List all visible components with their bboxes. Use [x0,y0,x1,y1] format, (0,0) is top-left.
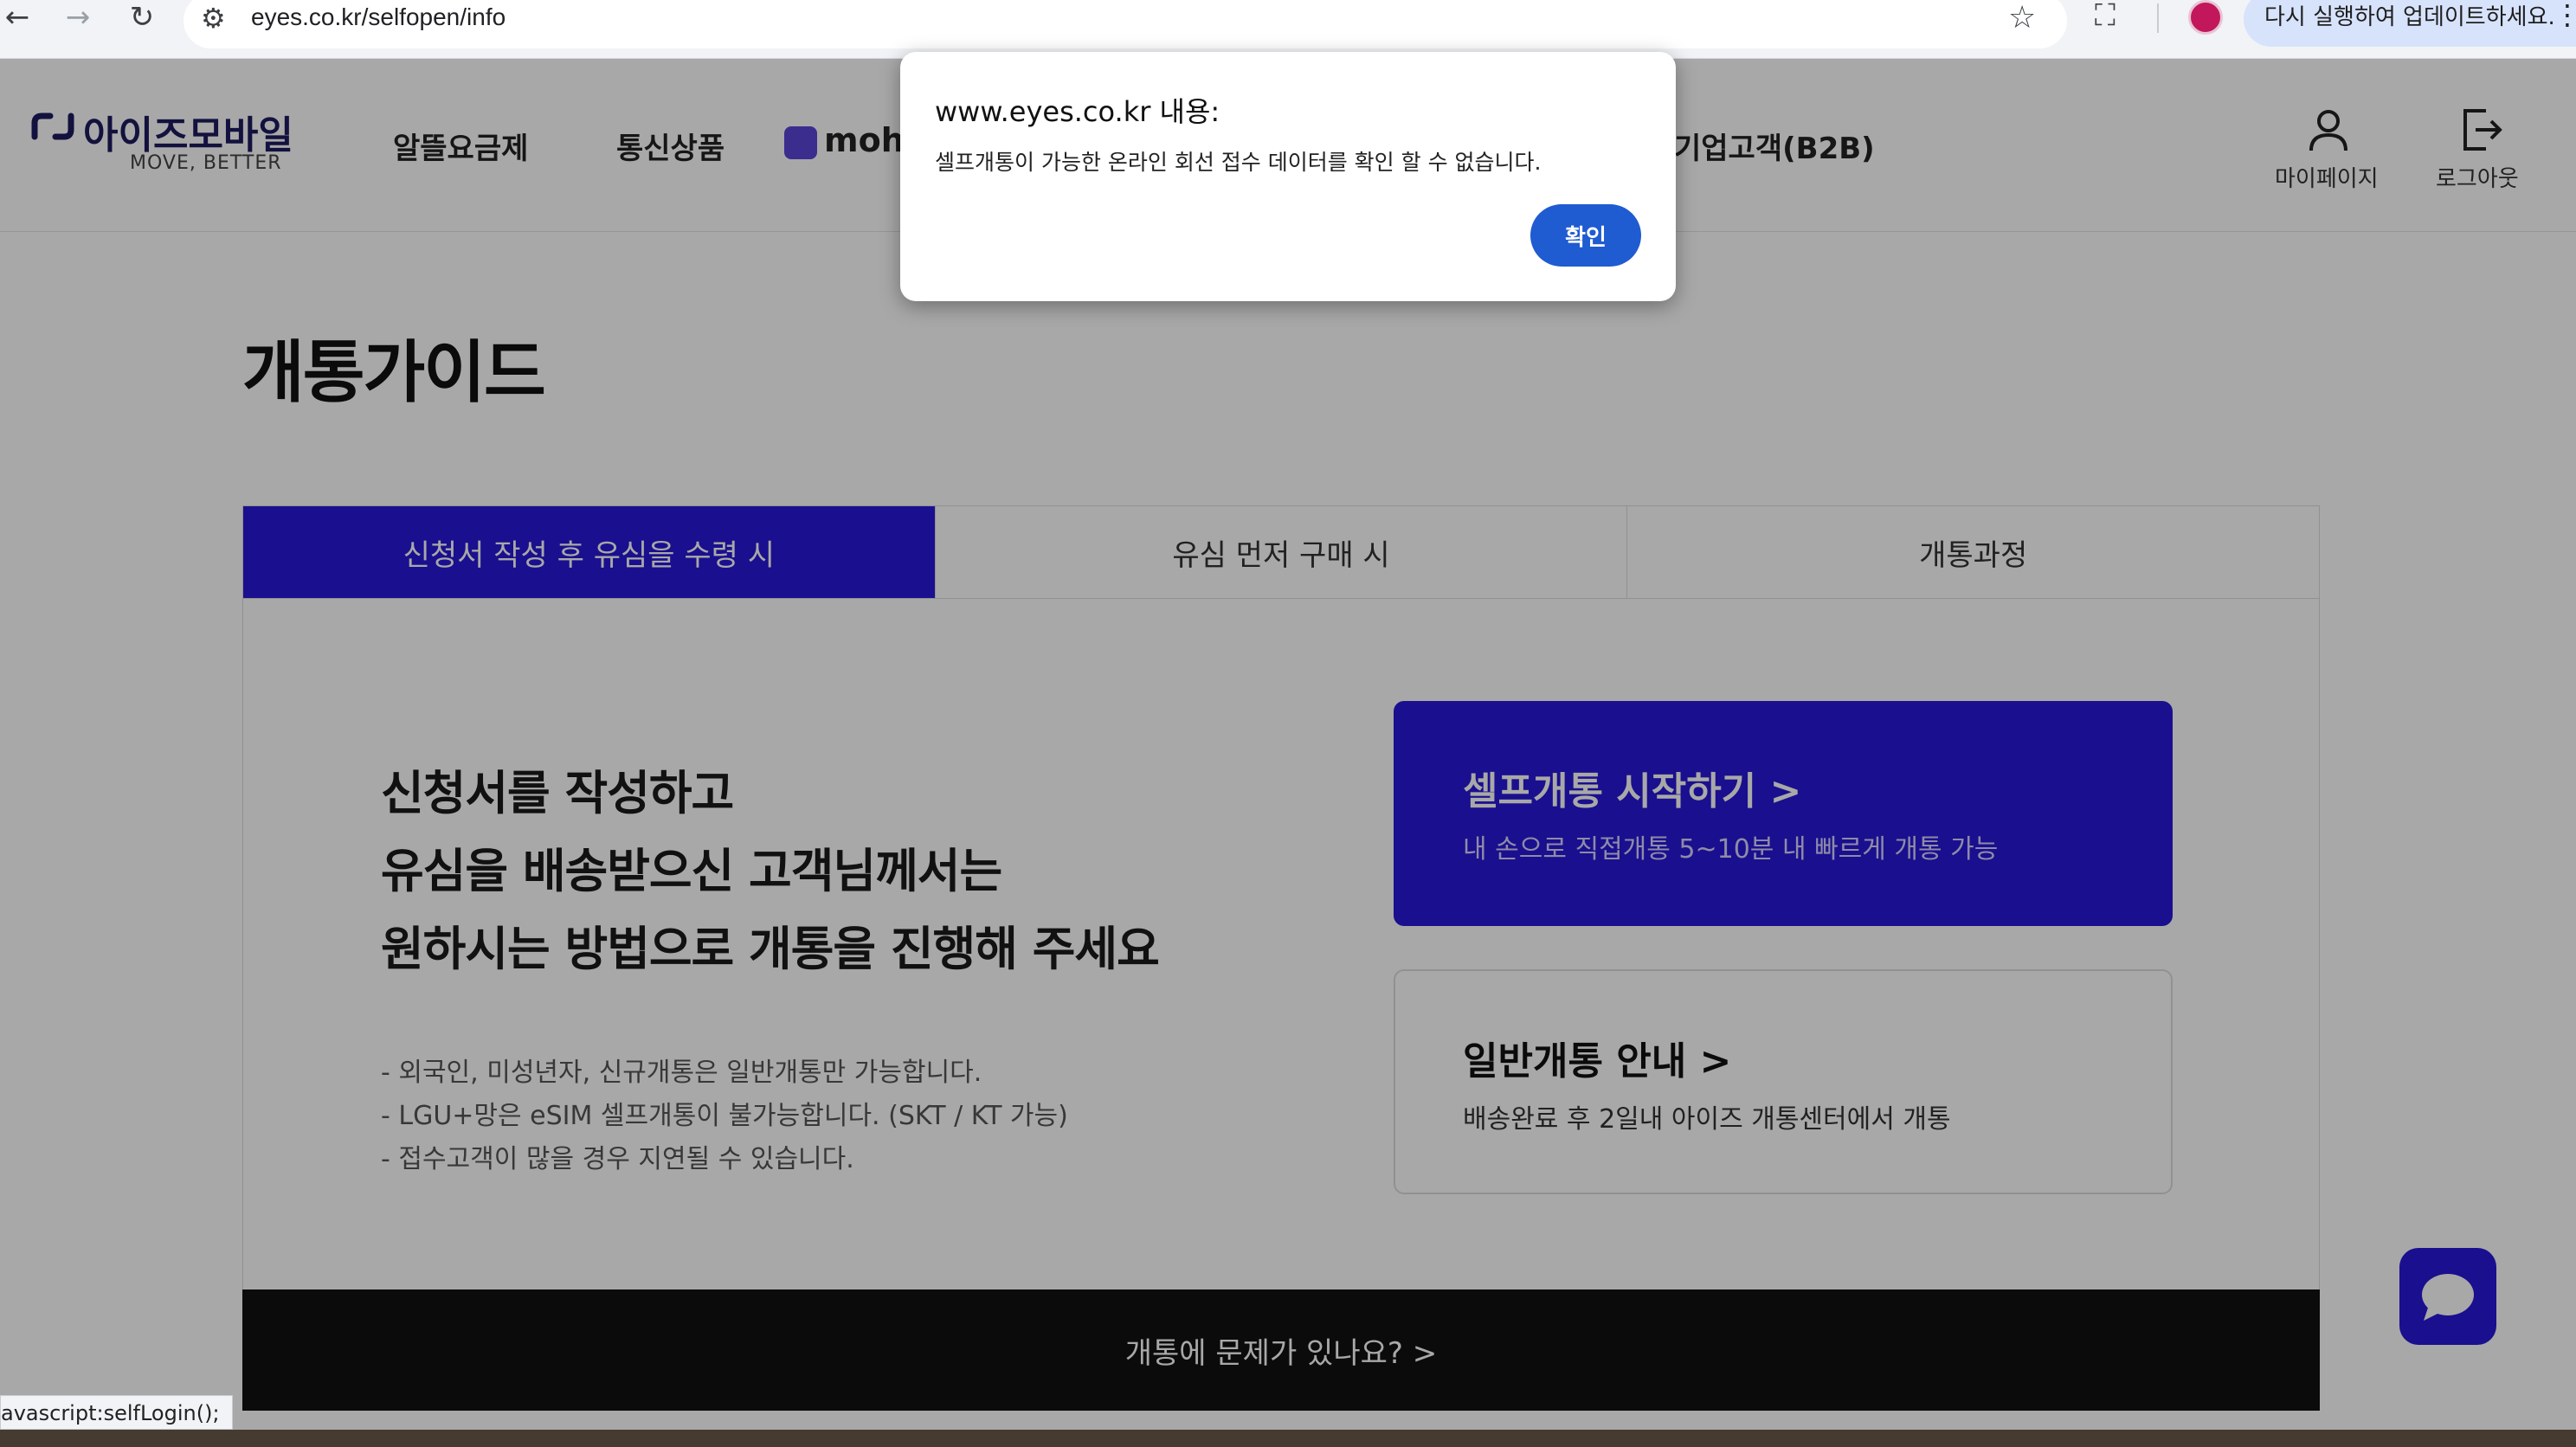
url-text[interactable]: eyes.co.kr/selfopen/info [251,0,506,35]
back-icon[interactable]: ← [0,0,43,35]
extension-icon[interactable]: ⛶ [2095,0,2116,33]
kebab-icon[interactable]: ⋮ [2553,0,2576,31]
toolbar-divider [2157,3,2159,33]
alert-dialog: www.eyes.co.kr 내용: 셀프개통이 가능한 온라인 회선 접수 데… [900,52,1676,301]
forward-icon[interactable]: → [52,0,104,35]
update-label: 다시 실행하여 업데이트하세요. [2264,4,2555,30]
dialog-title: www.eyes.co.kr 내용: [935,95,1220,128]
dialog-ok-button[interactable]: 확인 [1530,204,1641,267]
dialog-message: 셀프개통이 가능한 온라인 회선 접수 데이터를 확인 할 수 없습니다. [935,150,1542,175]
reload-icon[interactable]: ↻ [116,0,168,35]
link-status-text: avascript:selfLogin(); [0,1395,233,1430]
site-settings-icon[interactable]: ⚙ [201,2,226,35]
star-icon[interactable]: ☆ [2008,0,2036,35]
profile-avatar[interactable] [2188,0,2223,35]
browser-toolbar: ← → ↻ ⚙ eyes.co.kr/selfopen/info ☆ ⛶ 다시 … [0,0,2576,59]
